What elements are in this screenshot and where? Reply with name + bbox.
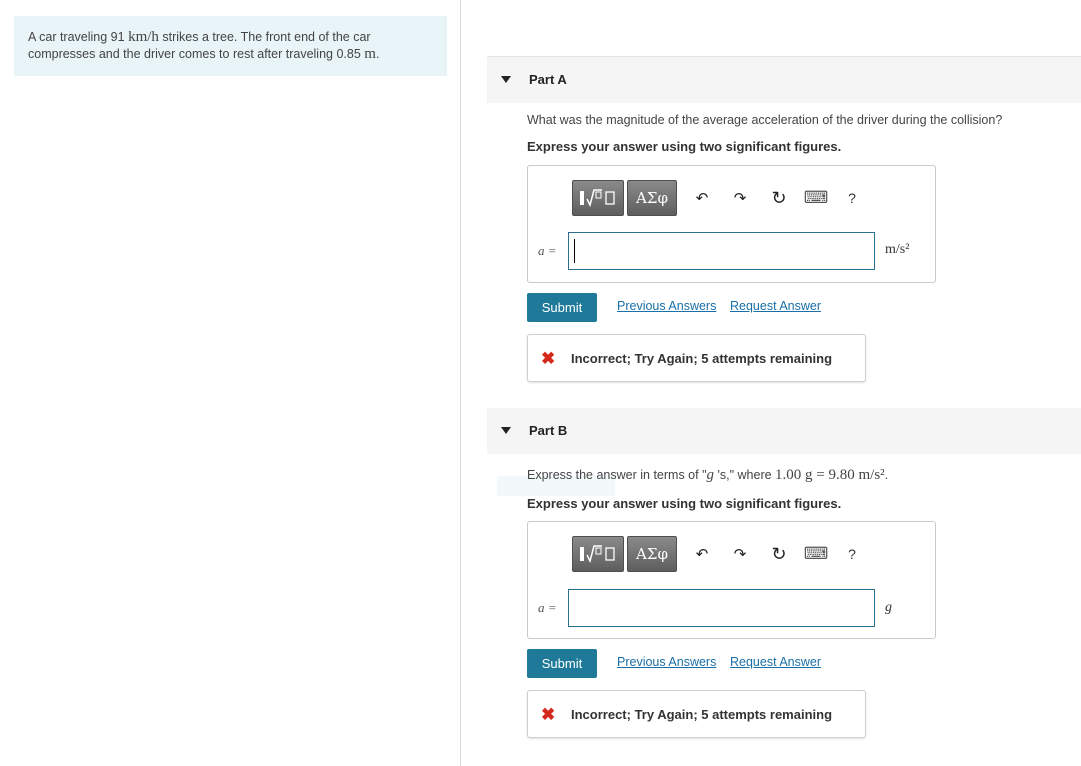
keyboard-icon[interactable]: ⌨ — [804, 188, 829, 207]
error-icon: ✖ — [541, 349, 556, 368]
text-caret — [574, 239, 575, 263]
part-a-answer-box: ΑΣφ ↶ ↷ ↻ ⌨ ? a = m/s² — [527, 165, 936, 283]
part-b-instruction: Express your answer using two significan… — [527, 496, 842, 511]
part-b-question-end: . — [884, 468, 889, 482]
part-a-previous-answers-link[interactable]: Previous Answers — [617, 299, 716, 313]
column-divider — [460, 0, 461, 766]
problem-statement: A car traveling 91 km/h strikes a tree. … — [14, 16, 447, 76]
distance-unit: m — [364, 46, 376, 62]
part-a-submit-button[interactable]: Submit — [527, 293, 597, 322]
part-a-variable-label: a = — [538, 243, 557, 258]
problem-text-3: . — [375, 47, 380, 61]
redo-icon[interactable]: ↷ — [730, 189, 750, 207]
part-a-instruction: Express your answer using two significan… — [527, 139, 842, 154]
collapse-triangle-icon[interactable] — [501, 76, 511, 83]
part-b-unit: g — [885, 600, 892, 615]
part-b-question: Express the answer in terms of "g 's," w… — [527, 467, 888, 484]
undo-icon[interactable]: ↶ — [692, 545, 712, 563]
part-b-variable-label: a = — [538, 600, 557, 615]
reset-icon[interactable]: ↻ — [769, 544, 789, 564]
greek-symbols-button[interactable]: ΑΣφ — [627, 536, 677, 572]
speed-unit: km/h — [128, 29, 159, 45]
template-icon — [580, 189, 615, 208]
part-b-question-pre: Express the answer in terms of " — [527, 468, 707, 482]
collapse-triangle-icon[interactable] — [501, 427, 511, 434]
help-icon[interactable]: ? — [842, 545, 862, 563]
part-a-answer-input[interactable] — [568, 232, 875, 270]
part-b-answer-box: ΑΣφ ↶ ↷ ↻ ⌨ ? a = g — [527, 521, 936, 639]
reset-icon[interactable]: ↻ — [769, 188, 789, 208]
undo-icon[interactable]: ↶ — [692, 189, 712, 207]
redo-icon[interactable]: ↷ — [730, 545, 750, 563]
part-b-header[interactable]: Part B — [487, 408, 1081, 454]
part-b-question-mid: 's," where — [714, 468, 776, 482]
part-a-feedback-message: Incorrect; Try Again; 5 attempts remaini… — [571, 351, 833, 366]
templates-button[interactable] — [572, 536, 624, 572]
part-a-request-answer-link[interactable]: Request Answer — [730, 299, 821, 313]
part-b-answer-input[interactable] — [568, 589, 875, 627]
part-b-submit-button[interactable]: Submit — [527, 649, 597, 678]
keyboard-icon[interactable]: ⌨ — [804, 544, 829, 563]
part-b-previous-answers-link[interactable]: Previous Answers — [617, 655, 716, 669]
part-b-feedback: ✖ Incorrect; Try Again; 5 attempts remai… — [527, 690, 866, 738]
part-b-request-answer-link[interactable]: Request Answer — [730, 655, 821, 669]
part-a-title: Part A — [529, 72, 567, 87]
part-a-unit: m/s² — [885, 242, 910, 257]
help-icon[interactable]: ? — [842, 189, 862, 207]
error-icon: ✖ — [541, 705, 556, 724]
math-toolbar: ΑΣφ ↶ ↷ ↻ ⌨ ? — [572, 180, 872, 216]
template-icon — [580, 545, 615, 564]
part-b-feedback-message: Incorrect; Try Again; 5 attempts remaini… — [571, 707, 833, 722]
problem-text-1: A car traveling 91 — [28, 30, 129, 44]
part-b-question-g: g — [706, 467, 715, 483]
part-b-question-math: 1.00 g = 9.80 m/s² — [775, 467, 885, 483]
part-b-title: Part B — [529, 423, 568, 438]
part-a-question: What was the magnitude of the average ac… — [527, 113, 1003, 127]
part-a-feedback: ✖ Incorrect; Try Again; 5 attempts remai… — [527, 334, 866, 382]
math-toolbar: ΑΣφ ↶ ↷ ↻ ⌨ ? — [572, 536, 872, 572]
part-a-header[interactable]: Part A — [487, 57, 1081, 103]
greek-symbols-button[interactable]: ΑΣφ — [627, 180, 677, 216]
templates-button[interactable] — [572, 180, 624, 216]
